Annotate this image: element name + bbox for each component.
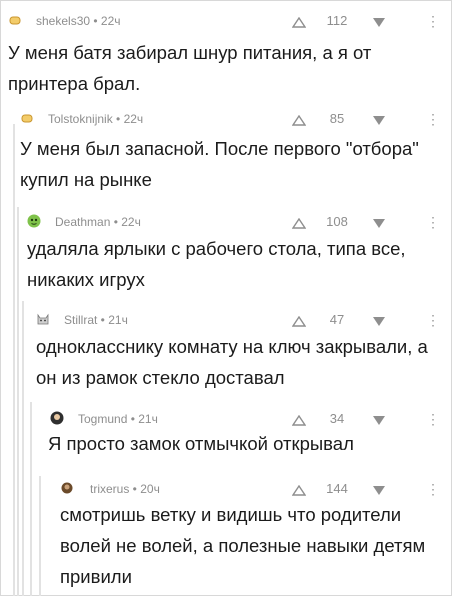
more-options-icon[interactable]: ⋮ <box>426 482 440 496</box>
more-options-icon[interactable]: ⋮ <box>426 14 440 28</box>
more-options-icon[interactable]: ⋮ <box>426 215 440 229</box>
comment-meta: trixerus • 20ч <box>90 482 160 496</box>
timestamp: 21ч <box>108 313 128 327</box>
upvote-arrow-icon[interactable] <box>291 314 307 332</box>
thread-line-2 <box>17 207 19 596</box>
downvote-arrow-icon[interactable] <box>372 216 386 234</box>
score: 108 <box>326 214 348 229</box>
more-options-icon[interactable]: ⋮ <box>426 112 440 126</box>
vote-controls: 47 ⋮ <box>291 311 442 332</box>
comment-header: Togmund • 21ч 34 ⋮ <box>0 409 452 429</box>
loaf-icon[interactable] <box>8 13 22 27</box>
comment-meta: Stillrat • 21ч <box>64 313 128 327</box>
comment: Stillrat • 21ч 47 ⋮ однокласснику комнат… <box>0 310 452 388</box>
comment-meta: Tolstoknijnik • 22ч <box>48 112 143 126</box>
dark-face-icon[interactable] <box>50 411 64 425</box>
comment: Tolstoknijnik • 22ч 85 ⋮ У меня был запа… <box>0 109 452 190</box>
username[interactable]: Stillrat <box>64 313 97 327</box>
comment-header: Tolstoknijnik • 22ч 85 ⋮ <box>0 109 452 129</box>
comment: Togmund • 21ч 34 ⋮ Я просто замок отмычк… <box>0 409 452 454</box>
vote-controls: 34 ⋮ <box>291 410 442 428</box>
meta-separator: • <box>90 14 101 28</box>
vote-controls: 108 ⋮ <box>291 213 442 234</box>
comment-text: Я просто замок отмычкой открывал <box>48 433 354 454</box>
loaf-icon[interactable] <box>20 111 34 125</box>
vote-controls: 112 ⋮ <box>291 12 442 33</box>
comment-text: У меня батя забирал шнур питания, а я от… <box>8 42 372 94</box>
username[interactable]: Togmund <box>78 412 127 426</box>
thread-line-3 <box>22 301 24 596</box>
upvote-arrow-icon[interactable] <box>291 113 307 131</box>
thread-line-4 <box>30 402 32 596</box>
comment: Deathman • 22ч 108 ⋮ удаляла ярлыки с ра… <box>0 212 452 290</box>
score: 112 <box>326 13 348 28</box>
username[interactable]: shekels30 <box>36 14 90 28</box>
meta-separator: • <box>112 112 124 126</box>
downvote-arrow-icon[interactable] <box>372 113 386 131</box>
meta-separator: • <box>127 412 139 426</box>
upvote-arrow-icon[interactable] <box>291 15 307 33</box>
comment-header: Stillrat • 21ч 47 ⋮ <box>0 310 452 330</box>
comment-text: удаляла ярлыки с рабочего стола, типа вс… <box>27 238 406 290</box>
timestamp: 22ч <box>123 112 144 126</box>
meta-separator: • <box>129 482 141 496</box>
score: 144 <box>326 481 348 496</box>
thread-line-1 <box>13 124 15 596</box>
upvote-arrow-icon[interactable] <box>291 216 307 234</box>
username[interactable]: Deathman <box>55 215 110 229</box>
brown-dot-icon[interactable] <box>60 481 74 495</box>
more-options-icon[interactable]: ⋮ <box>426 412 440 426</box>
score: 47 <box>329 312 345 327</box>
downvote-arrow-icon[interactable] <box>372 314 386 332</box>
comment: trixerus • 20ч 144 ⋮ смотришь ветку и ви… <box>0 479 452 587</box>
more-options-icon[interactable]: ⋮ <box>426 313 440 327</box>
timestamp: 22ч <box>100 14 121 28</box>
score: 85 <box>329 111 345 126</box>
green-face-icon[interactable] <box>27 214 41 228</box>
timestamp: 22ч <box>121 215 141 229</box>
cat-icon[interactable] <box>36 312 50 326</box>
comment-header: Deathman • 22ч 108 ⋮ <box>0 212 452 232</box>
comment-header: trixerus • 20ч 144 ⋮ <box>0 479 452 499</box>
comment-meta: Togmund • 21ч <box>78 412 158 426</box>
score: 34 <box>329 411 345 426</box>
comment-meta: Deathman • 22ч <box>55 215 141 229</box>
comment: shekels30 • 22ч 112 ⋮ У меня батя забира… <box>0 11 452 94</box>
vote-controls: 85 ⋮ <box>291 110 442 131</box>
comment-text: однокласснику комнату на ключ закрывали,… <box>36 336 428 388</box>
timestamp: 20ч <box>140 482 160 496</box>
vote-controls: 144 ⋮ <box>291 480 442 498</box>
comment-header: shekels30 • 22ч 112 ⋮ <box>0 11 452 31</box>
comment-text: смотришь ветку и видишь что родители вол… <box>60 504 426 587</box>
timestamp: 21ч <box>138 412 158 426</box>
username[interactable]: Tolstoknijnik <box>48 112 113 126</box>
meta-separator: • <box>110 215 122 229</box>
downvote-arrow-icon[interactable] <box>372 15 386 33</box>
comment-meta: shekels30 • 22ч <box>36 14 121 28</box>
comment-text: У меня был запасной. После первого "отбо… <box>20 138 419 190</box>
username[interactable]: trixerus <box>90 482 129 496</box>
meta-separator: • <box>97 313 109 327</box>
